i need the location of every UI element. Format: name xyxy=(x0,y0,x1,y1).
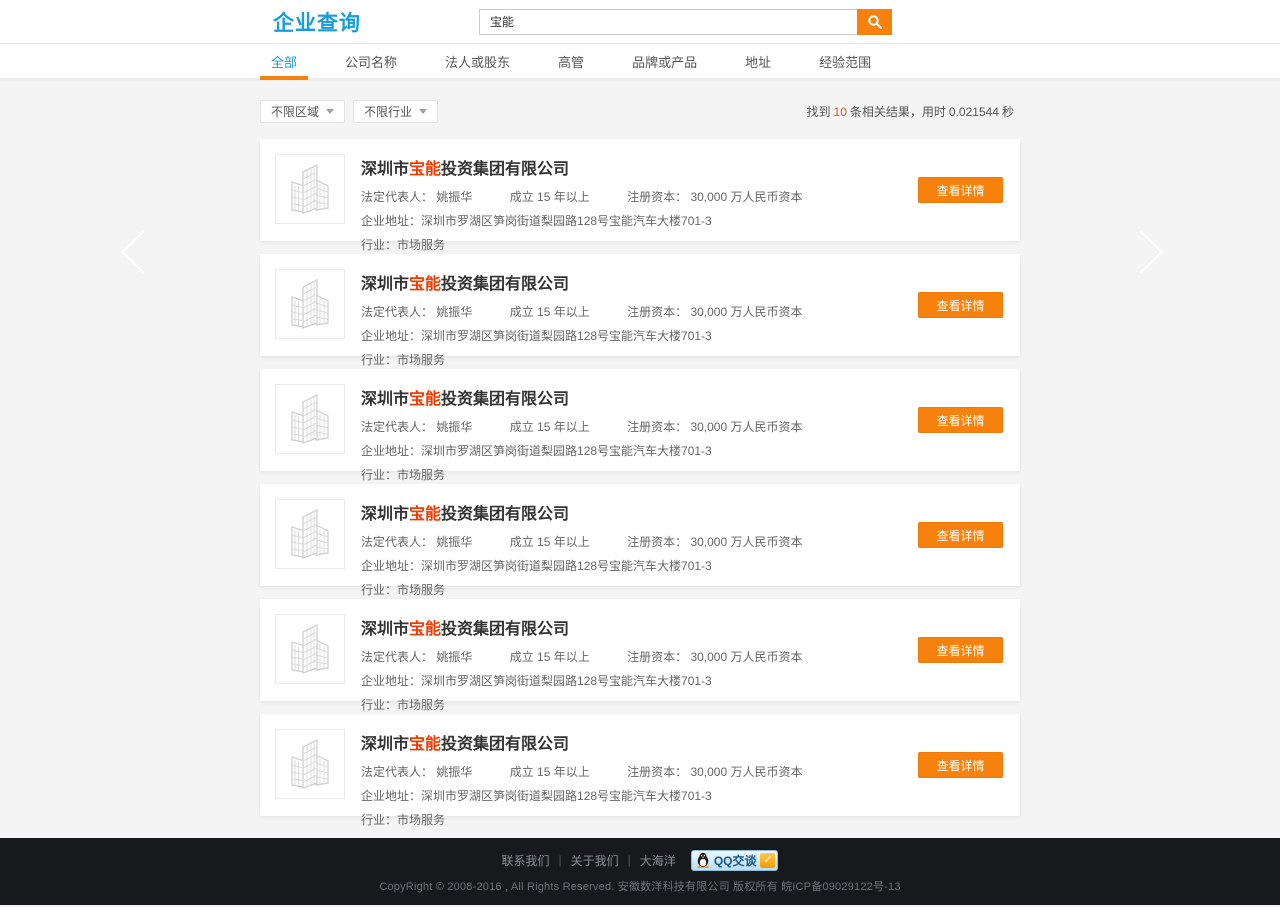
result-card: 深圳市宝能投资集团有限公司 法定代表人： 姚振华 成立 15 年以上 注册资本：… xyxy=(260,139,1020,241)
company-logo-placeholder xyxy=(275,499,345,569)
company-meta-line: 法定代表人： 姚振华 成立 15 年以上 注册资本： 30,000 万人民币资本 xyxy=(361,533,1005,550)
qq-check-icon: ✓ xyxy=(760,853,775,868)
buildings-icon xyxy=(281,735,339,793)
result-card: 深圳市宝能投资集团有限公司 法定代表人： 姚振华 成立 15 年以上 注册资本：… xyxy=(260,484,1020,586)
company-address-line: 企业地址：深圳市罗湖区笋岗街道梨园路128号宝能汽车大楼701-3 xyxy=(361,672,1005,689)
view-details-button[interactable]: 查看详情 xyxy=(918,752,1003,778)
company-name-link[interactable]: 深圳市宝能投资集团有限公司 xyxy=(361,500,1005,524)
buildings-icon xyxy=(281,275,339,333)
company-industry-line: 行业：市场服务 xyxy=(361,351,1005,368)
company-name-link[interactable]: 深圳市宝能投资集团有限公司 xyxy=(361,730,1005,754)
footer-link-dahaiyang[interactable]: 大海洋 xyxy=(640,852,676,869)
buildings-icon xyxy=(281,505,339,563)
result-card: 深圳市宝能投资集团有限公司 法定代表人： 姚振华 成立 15 年以上 注册资本：… xyxy=(260,254,1020,356)
search-input[interactable] xyxy=(479,9,857,35)
company-address-line: 企业地址：深圳市罗湖区笋岗街道梨园路128号宝能汽车大楼701-3 xyxy=(361,787,1005,804)
tab-legal-or-shareholder[interactable]: 法人或股东 xyxy=(434,44,521,78)
result-card: 深圳市宝能投资集团有限公司 法定代表人： 姚振华 成立 15 年以上 注册资本：… xyxy=(260,714,1020,816)
carousel-prev-arrow-icon[interactable] xyxy=(114,228,152,276)
qq-penguin-icon xyxy=(696,852,710,868)
result-card: 深圳市宝能投资集团有限公司 法定代表人： 姚振华 成立 15 年以上 注册资本：… xyxy=(260,369,1020,471)
tab-executives[interactable]: 高管 xyxy=(547,44,595,78)
company-logo-placeholder xyxy=(275,614,345,684)
qq-chat-button[interactable]: QQ交谈 ✓ xyxy=(691,850,779,871)
region-filter-label: 不限区域 xyxy=(271,103,319,120)
company-name-link[interactable]: 深圳市宝能投资集团有限公司 xyxy=(361,385,1005,409)
industry-filter-dropdown[interactable]: 不限行业 xyxy=(353,100,438,123)
site-logo[interactable]: 企业查询 xyxy=(273,7,361,37)
carousel-next-arrow-icon[interactable] xyxy=(1132,228,1170,276)
buildings-icon xyxy=(281,160,339,218)
company-industry-line: 行业：市场服务 xyxy=(361,236,1005,253)
company-industry-line: 行业：市场服务 xyxy=(361,696,1005,713)
footer-separator: | xyxy=(628,853,631,867)
results-list: 深圳市宝能投资集团有限公司 法定代表人： 姚振华 成立 15 年以上 注册资本：… xyxy=(260,139,1020,816)
tab-company-name[interactable]: 公司名称 xyxy=(334,44,408,78)
region-filter-dropdown[interactable]: 不限区域 xyxy=(260,100,345,123)
company-address-line: 企业地址：深圳市罗湖区笋岗街道梨园路128号宝能汽车大楼701-3 xyxy=(361,442,1005,459)
company-address-line: 企业地址：深圳市罗湖区笋岗街道梨园路128号宝能汽车大楼701-3 xyxy=(361,212,1005,229)
company-industry-line: 行业：市场服务 xyxy=(361,581,1005,598)
result-count-text: 找到10条相关结果，用时0.021544秒 xyxy=(804,103,1014,120)
search-bar xyxy=(479,9,892,35)
search-button[interactable] xyxy=(857,9,892,35)
company-logo-placeholder xyxy=(275,269,345,339)
company-name-highlight: 宝能 xyxy=(409,276,441,293)
buildings-icon xyxy=(281,390,339,448)
tab-business-scope[interactable]: 经验范围 xyxy=(808,44,882,78)
company-meta-line: 法定代表人： 姚振华 成立 15 年以上 注册资本： 30,000 万人民币资本 xyxy=(361,303,1005,320)
company-meta-line: 法定代表人： 姚振华 成立 15 年以上 注册资本： 30,000 万人民币资本 xyxy=(361,763,1005,780)
company-name-link[interactable]: 深圳市宝能投资集团有限公司 xyxy=(361,615,1005,639)
tab-all[interactable]: 全部 xyxy=(260,44,308,78)
buildings-icon xyxy=(281,620,339,678)
company-industry-line: 行业：市场服务 xyxy=(361,811,1005,828)
tab-brand-or-product[interactable]: 品牌或产品 xyxy=(621,44,708,78)
top-header: 企业查询 xyxy=(0,0,1280,44)
company-name-highlight: 宝能 xyxy=(409,736,441,753)
company-name-highlight: 宝能 xyxy=(409,391,441,408)
footer-link-about-us[interactable]: 关于我们 xyxy=(571,852,619,869)
company-name-link[interactable]: 深圳市宝能投资集团有限公司 xyxy=(361,270,1005,294)
view-details-button[interactable]: 查看详情 xyxy=(918,522,1003,548)
company-address-line: 企业地址：深圳市罗湖区笋岗街道梨园路128号宝能汽车大楼701-3 xyxy=(361,327,1005,344)
page-footer: 联系我们 | 关于我们 | 大海洋 QQ交谈 ✓ CopyRight © xyxy=(0,838,1280,905)
company-logo-placeholder xyxy=(275,154,345,224)
company-meta-line: 法定代表人： 姚振华 成立 15 年以上 注册资本： 30,000 万人民币资本 xyxy=(361,188,1005,205)
search-type-tabbar: 全部 公司名称 法人或股东 高管 品牌或产品 地址 经验范围 xyxy=(0,44,1280,80)
view-details-button[interactable]: 查看详情 xyxy=(918,407,1003,433)
footer-separator: | xyxy=(559,853,562,867)
filter-row: 不限区域 不限行业 找到10条相关结果，用时0.021544秒 xyxy=(260,100,1020,123)
chevron-down-icon xyxy=(326,109,334,114)
result-count-number: 10 xyxy=(834,105,847,119)
industry-filter-label: 不限行业 xyxy=(364,103,412,120)
company-meta-line: 法定代表人： 姚振华 成立 15 年以上 注册资本： 30,000 万人民币资本 xyxy=(361,648,1005,665)
tab-address[interactable]: 地址 xyxy=(734,44,782,78)
company-meta-line: 法定代表人： 姚振华 成立 15 年以上 注册资本： 30,000 万人民币资本 xyxy=(361,418,1005,435)
company-name-highlight: 宝能 xyxy=(409,621,441,638)
search-icon xyxy=(867,14,883,30)
view-details-button[interactable]: 查看详情 xyxy=(918,177,1003,203)
company-name-highlight: 宝能 xyxy=(409,506,441,523)
company-industry-line: 行业：市场服务 xyxy=(361,466,1005,483)
company-address-line: 企业地址：深圳市罗湖区笋岗街道梨园路128号宝能汽车大楼701-3 xyxy=(361,557,1005,574)
footer-link-contact-us[interactable]: 联系我们 xyxy=(502,852,550,869)
view-details-button[interactable]: 查看详情 xyxy=(918,637,1003,663)
company-name-highlight: 宝能 xyxy=(409,161,441,178)
result-card: 深圳市宝能投资集团有限公司 法定代表人： 姚振华 成立 15 年以上 注册资本：… xyxy=(260,599,1020,701)
chevron-down-icon xyxy=(419,109,427,114)
company-logo-placeholder xyxy=(275,729,345,799)
qq-chat-label: QQ交谈 xyxy=(714,852,757,869)
copyright-text: CopyRight © 2008-2016 , All Rights Reser… xyxy=(379,878,900,894)
company-logo-placeholder xyxy=(275,384,345,454)
view-details-button[interactable]: 查看详情 xyxy=(918,292,1003,318)
results-main: 不限区域 不限行业 找到10条相关结果，用时0.021544秒 xyxy=(260,80,1020,838)
company-name-link[interactable]: 深圳市宝能投资集团有限公司 xyxy=(361,155,1005,179)
